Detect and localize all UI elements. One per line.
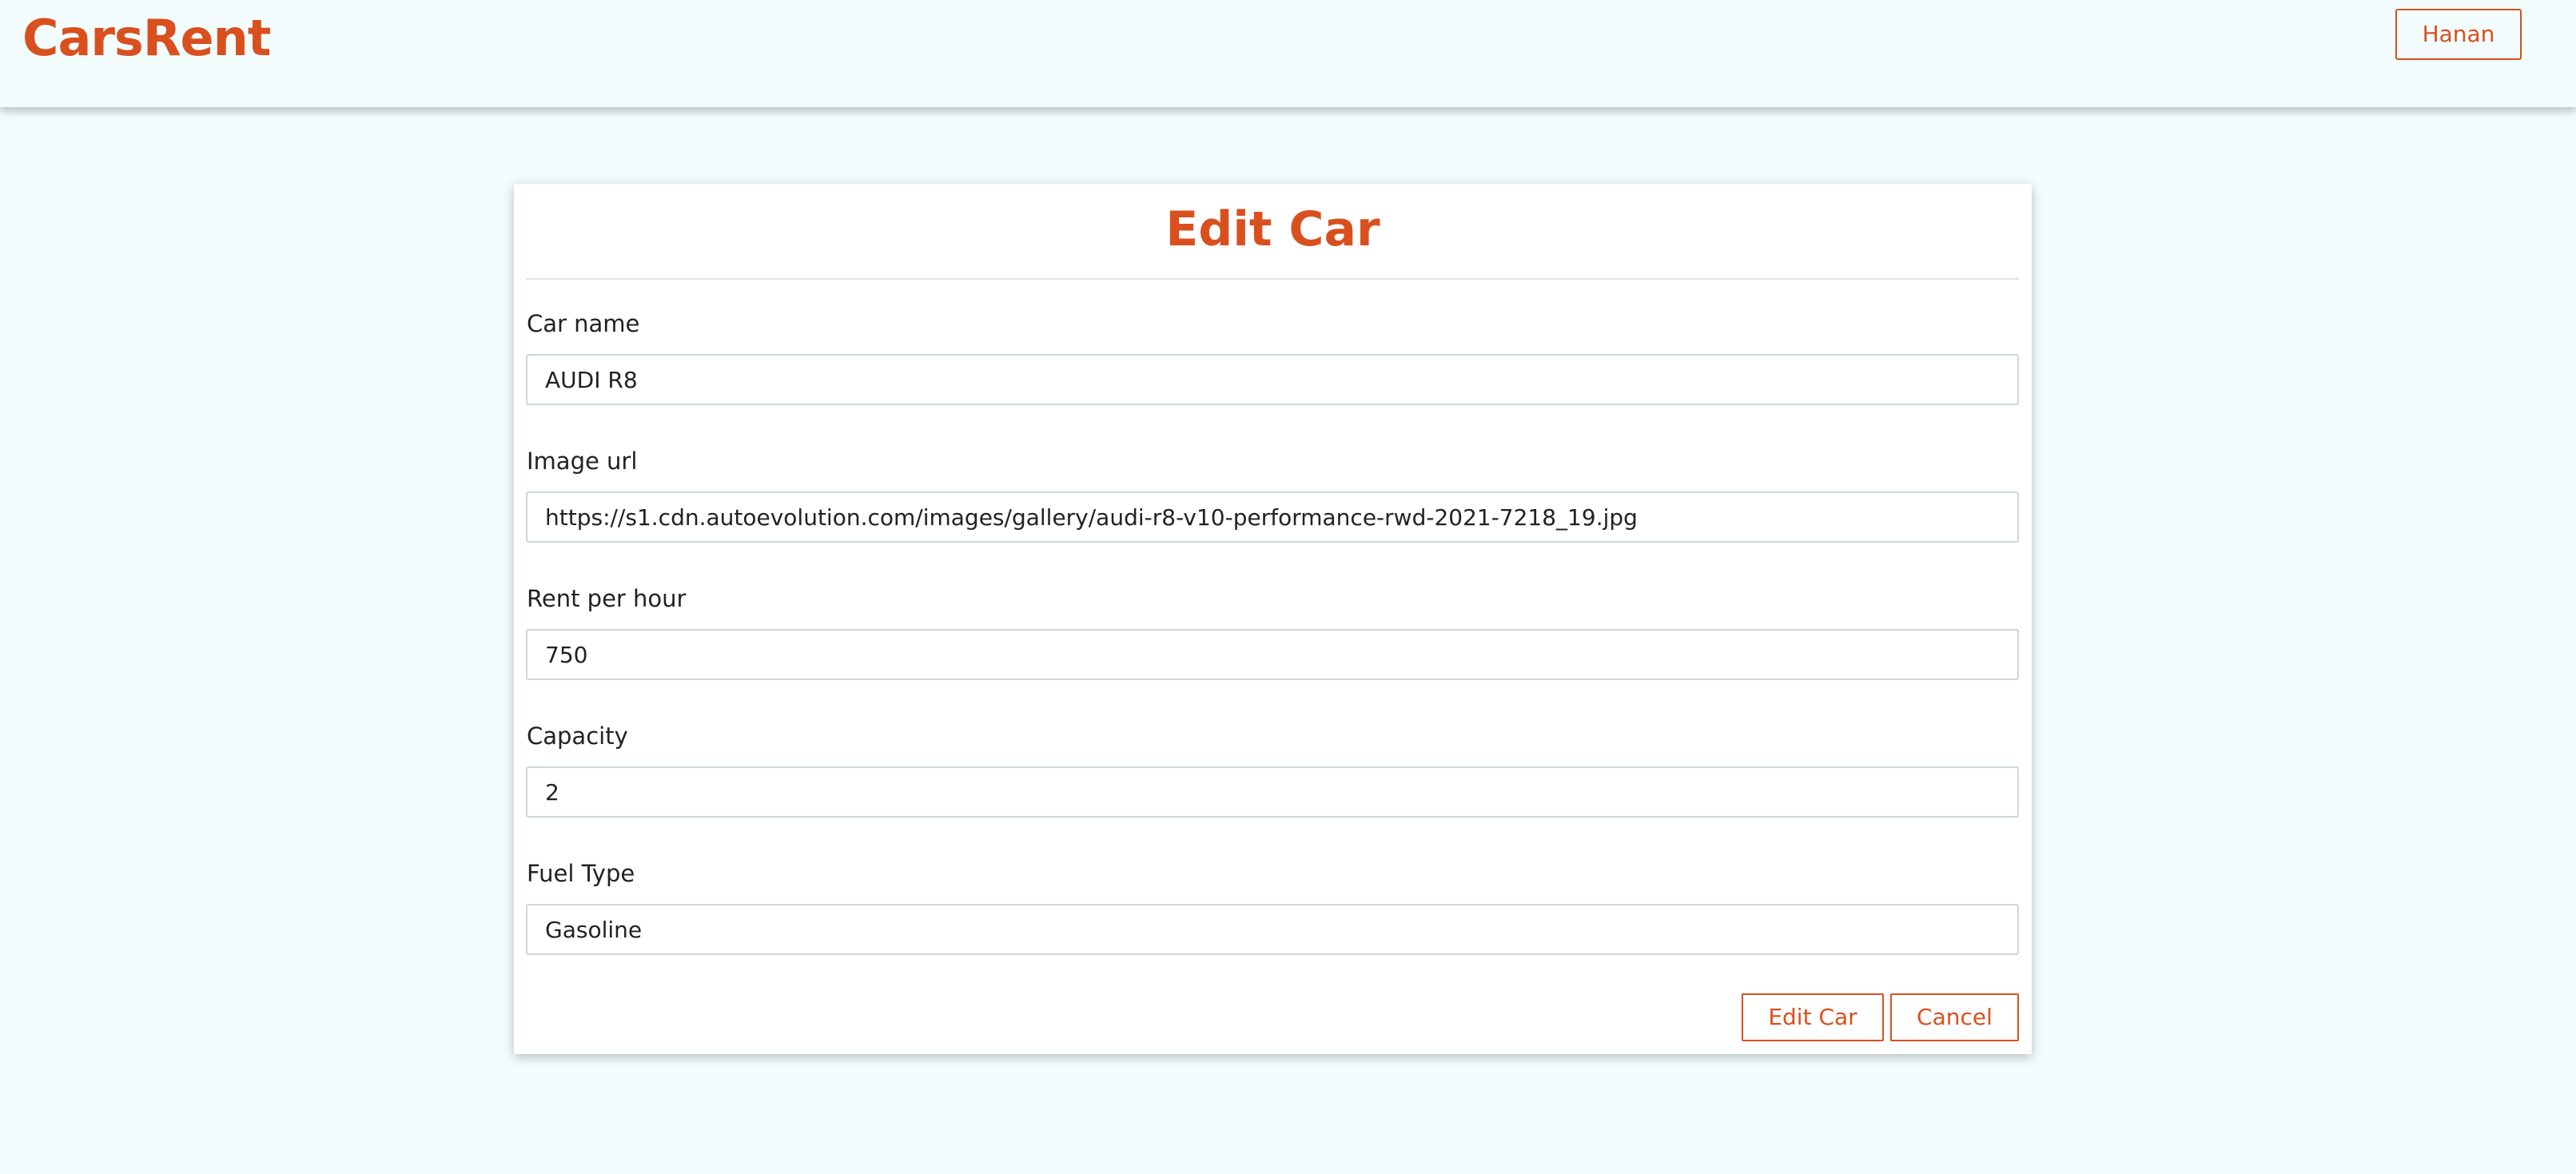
edit-car-form: Edit Car Car name Image url Rent per hou… [514,184,2032,1054]
capacity-label: Capacity [527,722,628,750]
rent-per-hour-label: Rent per hour [527,585,687,612]
fuel-type-label: Fuel Type [527,860,635,887]
page-title: Edit Car [1165,201,1380,257]
edit-car-button[interactable]: Edit Car [1742,993,1884,1041]
title-divider [526,278,2019,280]
capacity-input[interactable] [526,766,2019,818]
rent-per-hour-input[interactable] [526,629,2019,680]
image-url-label: Image url [527,448,638,475]
top-navbar: CarsRent Hanan [0,0,2576,107]
image-url-input[interactable] [526,491,2019,543]
user-menu-button[interactable]: Hanan [2395,9,2522,60]
car-name-label: Car name [527,310,640,337]
car-name-input[interactable] [526,354,2019,405]
cancel-button[interactable]: Cancel [1890,993,2019,1041]
brand-logo[interactable]: CarsRent [22,8,271,69]
fuel-type-input[interactable] [526,904,2019,955]
